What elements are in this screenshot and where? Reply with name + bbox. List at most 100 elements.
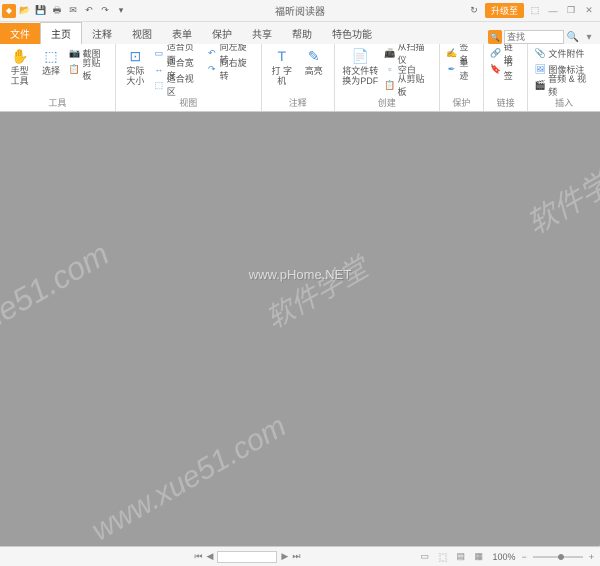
- from-file-button[interactable]: 📄 将文件转 换为PDF: [341, 46, 380, 87]
- tab-help[interactable]: 帮助: [282, 23, 322, 44]
- ribbon-group-create: 📄 将文件转 换为PDF 📠从扫描仪 ▫空白 📋从剪贴板 创建: [335, 44, 440, 111]
- group-label-comment: 注释: [268, 96, 328, 109]
- search-prefix-icon: 🔍: [488, 30, 502, 44]
- file-attach-button[interactable]: 📎文件附件: [534, 46, 594, 60]
- prev-page-button[interactable]: ◀: [206, 551, 213, 562]
- page-number-input[interactable]: [217, 551, 277, 563]
- app-title: 福昕阅读器: [275, 3, 325, 18]
- highlight-icon: ✎: [304, 46, 324, 66]
- tab-view[interactable]: 视图: [122, 23, 162, 44]
- hand-tool-button[interactable]: ✋ 手型 工具: [6, 46, 33, 87]
- from-scanner-button[interactable]: 📠从扫描仪: [384, 46, 433, 60]
- ink-icon: ✒: [446, 63, 458, 75]
- view-mode-4-icon[interactable]: ▦: [474, 551, 486, 563]
- ribbon-tabbar: 文件 主页 注释 视图 表单 保护 共享 帮助 特色功能 🔍 🔍 ▾: [0, 22, 600, 44]
- view-mode-3-icon[interactable]: ▤: [456, 551, 468, 563]
- tab-file[interactable]: 文件: [0, 23, 40, 44]
- highlight-button[interactable]: ✎ 高亮: [300, 46, 328, 77]
- tab-comment[interactable]: 注释: [82, 23, 122, 44]
- group-label-protect: 保护: [446, 96, 477, 109]
- rotate-right-button[interactable]: ↷向右旋转: [206, 62, 255, 76]
- tab-share[interactable]: 共享: [242, 23, 282, 44]
- watermark-text: xue51.com: [0, 235, 115, 345]
- close-button[interactable]: ✕: [582, 4, 596, 18]
- tab-form[interactable]: 表单: [162, 23, 202, 44]
- upgrade-button[interactable]: 升级至: [485, 3, 524, 18]
- tab-protect[interactable]: 保护: [202, 23, 242, 44]
- next-page-button[interactable]: ▶: [281, 551, 288, 562]
- app-logo-icon: ◆: [2, 4, 16, 18]
- from-clipboard-button[interactable]: 📋从剪贴板: [384, 78, 433, 92]
- group-label-links: 链接: [490, 96, 521, 109]
- status-right: ▭ ⿴ ▤ ▦ 100% − +: [420, 551, 594, 563]
- ribbon: ✋ 手型 工具 ⬚ 选择 📷截图 📋剪贴板 工具 ⊡ 实际 大小 ▭适合页面 ↔…: [0, 44, 600, 112]
- group-label-tools: 工具: [6, 96, 109, 109]
- ribbon-group-links: 🔗链接 🔖书签 链接: [484, 44, 528, 111]
- sign-icon: ✍: [446, 47, 458, 59]
- tab-extras[interactable]: 特色功能: [322, 23, 382, 44]
- undo-icon[interactable]: ↶: [82, 4, 96, 18]
- fit-visible-icon: ⬚: [153, 79, 165, 91]
- attach-icon: 📎: [534, 47, 546, 59]
- select-icon: ⬚: [41, 46, 61, 66]
- search-button-icon[interactable]: 🔍: [566, 30, 580, 44]
- zoom-handle[interactable]: [558, 554, 564, 560]
- image-icon: 🖼: [534, 63, 546, 75]
- watermark-text: 软件学堂: [517, 145, 600, 243]
- sync-icon[interactable]: ↻: [467, 4, 481, 18]
- watermark-text: www.xue51.com: [86, 410, 292, 546]
- zoom-out-button[interactable]: −: [521, 552, 526, 562]
- rotate-right-icon: ↷: [206, 63, 218, 75]
- first-page-button[interactable]: ⏮: [194, 551, 202, 562]
- statusbar: ⏮ ◀ ▶ ⏭ ▭ ⿴ ▤ ▦ 100% − +: [0, 546, 600, 566]
- camera-icon: 📷: [69, 47, 81, 59]
- actual-size-button[interactable]: ⊡ 实际 大小: [122, 46, 149, 87]
- ribbon-group-comment: T 打 字机 ✎ 高亮 注释: [262, 44, 335, 111]
- restore-button[interactable]: ❐: [564, 4, 578, 18]
- view-mode-1-icon[interactable]: ▭: [420, 551, 432, 563]
- paste-icon: 📋: [384, 79, 396, 91]
- clipboard-icon: 📋: [69, 63, 81, 75]
- redo-icon[interactable]: ↷: [98, 4, 112, 18]
- qat-dropdown-icon[interactable]: ▾: [114, 4, 128, 18]
- fit-width-icon: ↔: [153, 63, 165, 75]
- tab-home[interactable]: 主页: [40, 22, 82, 44]
- typewriter-button[interactable]: T 打 字机: [268, 46, 296, 87]
- group-label-insert: 插入: [534, 96, 594, 109]
- email-icon[interactable]: ✉: [66, 4, 80, 18]
- open-icon[interactable]: 📂: [18, 4, 32, 18]
- typewriter-icon: T: [272, 46, 292, 66]
- print-icon[interactable]: 🖶: [50, 4, 64, 18]
- file-convert-icon: 📄: [350, 46, 370, 66]
- search-dropdown-icon[interactable]: ▾: [582, 30, 596, 44]
- fit-page-icon: ▭: [153, 47, 165, 59]
- clipboard-button[interactable]: 📋剪贴板: [69, 62, 109, 76]
- zoom-slider[interactable]: [533, 556, 583, 558]
- ribbon-group-view: ⊡ 实际 大小 ▭适合页面 ↔适合宽度 ⬚适合视区 ↶向左旋转 ↷向右旋转 视图: [116, 44, 262, 111]
- group-label-create: 创建: [341, 96, 433, 109]
- ribbon-group-tools: ✋ 手型 工具 ⬚ 选择 📷截图 📋剪贴板 工具: [0, 44, 116, 111]
- titlebar: ◆ 📂 💾 🖶 ✉ ↶ ↷ ▾ 福昕阅读器 ↻ 升级至 ⬚ — ❐ ✕: [0, 0, 600, 22]
- ribbon-group-insert: 📎文件附件 🖼图像标注 🎬音频 & 视频 插入: [528, 44, 600, 111]
- ribbon-toggle-icon[interactable]: ⬚: [528, 4, 542, 18]
- blank-icon: ▫: [384, 63, 396, 75]
- hand-icon: ✋: [10, 46, 30, 66]
- minimize-button[interactable]: —: [546, 4, 560, 18]
- fit-visible-button[interactable]: ⬚适合视区: [153, 78, 202, 92]
- select-tool-button[interactable]: ⬚ 选择: [37, 46, 64, 77]
- quick-access-toolbar: ◆ 📂 💾 🖶 ✉ ↶ ↷ ▾: [0, 4, 128, 18]
- ink-sign-button[interactable]: ✒墨迹: [446, 62, 477, 76]
- search-input[interactable]: [504, 30, 564, 44]
- view-mode-2-icon[interactable]: ⿴: [438, 551, 450, 563]
- watermark-text: www.: [585, 506, 600, 546]
- last-page-button[interactable]: ⏭: [292, 551, 300, 562]
- bookmark-button[interactable]: 🔖书签: [490, 62, 521, 76]
- save-icon[interactable]: 💾: [34, 4, 48, 18]
- audio-video-button[interactable]: 🎬音频 & 视频: [534, 78, 594, 92]
- zoom-in-button[interactable]: +: [589, 552, 594, 562]
- scanner-icon: 📠: [384, 47, 396, 59]
- watermark-text: 软件学堂: [258, 247, 375, 338]
- actual-size-icon: ⊡: [125, 46, 145, 66]
- ribbon-group-protect: ✍签名 ✒墨迹 保护: [440, 44, 484, 111]
- document-viewport[interactable]: xue51.com www.xue51.com 软件学堂 软件学堂 www. w…: [0, 112, 600, 546]
